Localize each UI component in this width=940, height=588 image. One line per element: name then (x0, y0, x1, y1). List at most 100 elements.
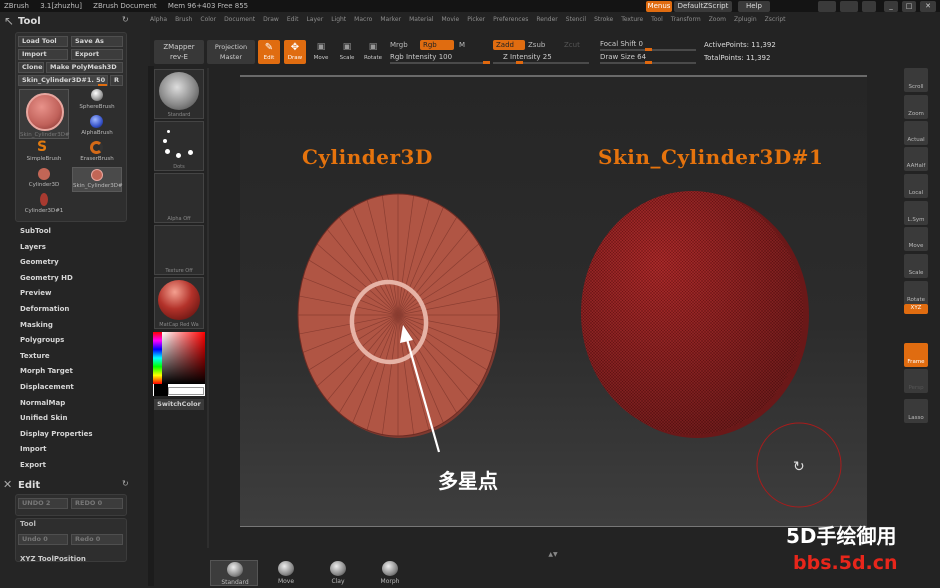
menu-marker[interactable]: Marker (380, 16, 401, 23)
color-picker[interactable] (153, 332, 205, 396)
rotate-mode-button[interactable]: ▣ Rotate (362, 40, 384, 64)
secondary-color-swatch[interactable] (154, 384, 168, 396)
brush-standard-button[interactable]: Standard (210, 560, 258, 586)
scale-mode-button[interactable]: ▣ Scale (336, 40, 358, 64)
shelf-lsym-button[interactable]: L.Sym (904, 201, 928, 225)
tool-menu-import[interactable]: Import (0, 442, 150, 458)
xyz-tool-position[interactable]: XYZ ToolPosition (20, 555, 86, 563)
menu-stencil[interactable]: Stencil (566, 16, 586, 23)
skin-cylinder-thumb[interactable]: Skin_Cylinder3D# (72, 167, 123, 192)
tool-menu-unified-skin[interactable]: Unified Skin (0, 411, 150, 427)
layout-arrows-icon[interactable] (818, 1, 836, 12)
shelf-frame-button[interactable]: Frame (904, 343, 928, 367)
menu-layer[interactable]: Layer (306, 16, 323, 23)
minimize-icon[interactable]: _ (884, 1, 898, 12)
menu-color[interactable]: Color (200, 16, 216, 23)
alpha-tile[interactable]: Alpha Off (154, 173, 204, 223)
cylinder3d-1-thumb[interactable]: Cylinder3D#1 (19, 193, 69, 217)
shelf-scale-button[interactable]: Scale (904, 254, 928, 278)
make-polymesh-button[interactable]: Make PolyMesh3D (46, 62, 123, 73)
hue-strip[interactable] (153, 332, 162, 384)
tool-menu-subtool[interactable]: SubTool (0, 224, 150, 240)
menu-stroke[interactable]: Stroke (594, 16, 613, 23)
z-intensity-slider[interactable]: Z Intensity 25 (503, 53, 552, 61)
switch-color-button[interactable]: SwitchColor (154, 399, 204, 410)
redo-button[interactable]: REDO 0 (71, 498, 123, 509)
menu-brush[interactable]: Brush (175, 16, 192, 23)
tool-menu-displacement[interactable]: Displacement (0, 380, 150, 396)
close-icon[interactable]: ✕ (920, 1, 936, 12)
save-as-button[interactable]: Save As (71, 36, 123, 47)
tool-panel-title[interactable]: Tool (18, 16, 41, 27)
menu-macro[interactable]: Macro (354, 16, 372, 23)
saturation-square[interactable] (162, 332, 205, 384)
zmapper-button[interactable]: ZMapper rev-E (154, 40, 204, 64)
hide-palettes-icon[interactable] (840, 1, 858, 12)
models-viewport[interactable]: ↻ (240, 77, 865, 527)
focal-shift-knob[interactable] (645, 48, 652, 51)
shelf-scroll-button[interactable]: Scroll (904, 68, 928, 92)
tool-menu-layers[interactable]: Layers (0, 240, 150, 256)
shelf-lasso-button[interactable]: Lasso (904, 399, 928, 423)
mrgb-button[interactable]: Mrgb (390, 41, 408, 49)
menu-tool[interactable]: Tool (651, 16, 663, 23)
shelf-actual-button[interactable]: Actual (904, 121, 928, 145)
simple-brush-thumb[interactable]: S SimpleBrush (19, 140, 69, 165)
edit-refresh-icon[interactable]: ↻ (122, 479, 129, 488)
export-button[interactable]: Export (71, 49, 123, 60)
menu-transform[interactable]: Transform (671, 16, 701, 23)
import-button[interactable]: Import (18, 49, 68, 60)
shelf-move-button[interactable]: Move (904, 227, 928, 251)
draw-size-slider[interactable]: Draw Size 64 (600, 53, 646, 61)
tool-menu-geometry[interactable]: Geometry (0, 255, 150, 271)
rgb-intensity-track[interactable] (390, 62, 490, 64)
tool-menu-polygroups[interactable]: Polygroups (0, 333, 150, 349)
draw-size-knob[interactable] (645, 61, 652, 64)
menu-document[interactable]: Document (224, 16, 255, 23)
cylinder3d-thumb[interactable]: Cylinder3D (19, 167, 69, 191)
refresh-icon[interactable]: ↻ (122, 15, 129, 24)
alpha-brush-thumb[interactable]: AlphaBrush (72, 115, 122, 139)
menu-light[interactable]: Light (331, 16, 346, 23)
shelf-xyz-button[interactable]: XYZ (904, 304, 928, 314)
shelf-zoom-button[interactable]: Zoom (904, 95, 928, 119)
expand-shelf-icon[interactable]: ▲▼ (545, 552, 561, 558)
active-tool-thumbnail[interactable]: Skin_Cylinder3D# (19, 89, 70, 139)
menu-preferences[interactable]: Preferences (493, 16, 528, 23)
menu-zplugin[interactable]: Zplugin (734, 16, 757, 23)
m-button[interactable]: M (459, 41, 465, 49)
tool-menu-texture[interactable]: Texture (0, 349, 150, 365)
tool-menu-preview[interactable]: Preview (0, 286, 150, 302)
current-tool-slider[interactable]: Skin_Cylinder3D#1. 50 (18, 75, 108, 86)
move-mode-button[interactable]: ▣ Move (310, 40, 332, 64)
menu-edit[interactable]: Edit (287, 16, 299, 23)
current-tool-slider-knob[interactable] (98, 84, 107, 86)
dots-stroke-tile[interactable]: Dots (154, 121, 204, 171)
clone-button[interactable]: Clone (18, 62, 44, 73)
eraser-brush-thumb[interactable]: EraserBrush (72, 141, 122, 165)
menu-zscript[interactable]: Zscript (765, 16, 786, 23)
tool-menu-masking[interactable]: Masking (0, 318, 150, 334)
help-button[interactable]: Help (738, 1, 770, 12)
primary-color-swatch[interactable] (168, 387, 204, 395)
menu-picker[interactable]: Picker (467, 16, 485, 23)
menu-draw[interactable]: Draw (263, 16, 279, 23)
undo-tool-button[interactable]: Undo 0 (18, 534, 68, 545)
brush-morph-button[interactable]: Morph (366, 560, 414, 586)
rgb-intensity-slider[interactable]: Rgb Intensity 100 (390, 53, 452, 61)
tool-menu-display-properties[interactable]: Display Properties (0, 427, 150, 443)
texture-tile[interactable]: Texture Off (154, 225, 204, 275)
tool-menu-export[interactable]: Export (0, 458, 150, 474)
undo-button[interactable]: UNDO 2 (18, 498, 68, 509)
draw-mode-button[interactable]: ✥ Draw (284, 40, 306, 64)
tool-menu-geometry-hd[interactable]: Geometry HD (0, 271, 150, 287)
menu-texture[interactable]: Texture (621, 16, 643, 23)
skin-cylinder-model[interactable] (581, 191, 809, 438)
edit-mode-button[interactable]: ✎ Edit (258, 40, 280, 64)
menu-zoom[interactable]: Zoom (709, 16, 726, 23)
tool-menu-deformation[interactable]: Deformation (0, 302, 150, 318)
standard-brush-tile[interactable]: Standard (154, 69, 204, 119)
shelf-persp-button[interactable]: Persp (904, 369, 928, 393)
menu-material[interactable]: Material (409, 16, 433, 23)
rgb-intensity-knob[interactable] (483, 61, 490, 64)
